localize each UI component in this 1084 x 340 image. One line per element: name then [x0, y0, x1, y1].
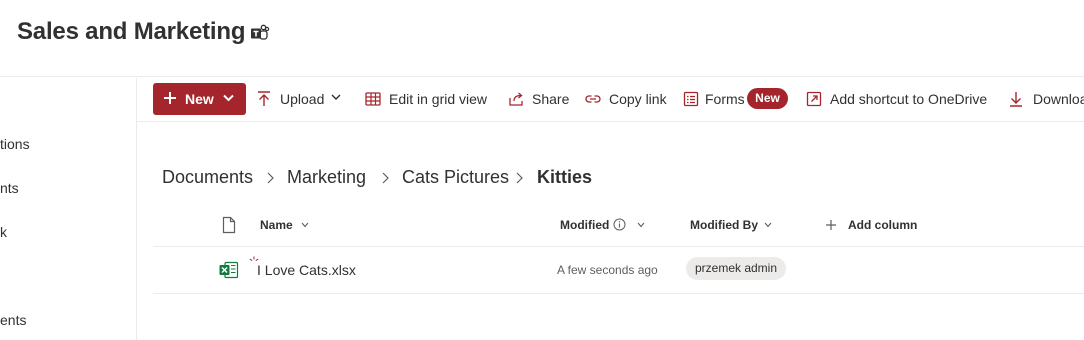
- forms-button[interactable]: Forms: [705, 91, 745, 107]
- forms-icon: [683, 91, 699, 107]
- chevron-right-icon: [382, 172, 389, 184]
- share-button[interactable]: Share: [532, 91, 569, 107]
- link-icon: [585, 95, 601, 103]
- info-icon[interactable]: [613, 218, 626, 231]
- upload-button[interactable]: Upload: [280, 91, 324, 107]
- grid-icon: [365, 92, 381, 106]
- command-bar: New Upload Edit in grid view Share Copy …: [137, 78, 1084, 122]
- column-modified-by[interactable]: Modified By: [690, 218, 758, 232]
- chevron-right-icon: [267, 172, 274, 184]
- nav-item-3[interactable]: k: [0, 224, 7, 240]
- breadcrumb-documents[interactable]: Documents: [162, 167, 253, 188]
- table-row[interactable]: I Love Cats.xlsx A few seconds ago przem…: [153, 248, 1084, 294]
- left-navigation: tions nts k ents: [0, 78, 137, 340]
- excel-file-icon: [219, 261, 239, 279]
- add-shortcut-button[interactable]: Add shortcut to OneDrive: [830, 91, 987, 107]
- chevron-down-icon[interactable]: [330, 91, 342, 103]
- site-header: Sales and Marketing: [0, 0, 1084, 77]
- copy-link-button[interactable]: Copy link: [609, 91, 667, 107]
- modified-by-persona[interactable]: przemek admin: [686, 257, 786, 280]
- column-modified[interactable]: Modified: [560, 218, 609, 232]
- modified-value: A few seconds ago: [557, 263, 658, 277]
- list-header: Name Modified Modified By Add column: [153, 206, 1084, 247]
- plus-icon: [164, 92, 176, 104]
- teams-icon[interactable]: [250, 24, 270, 42]
- new-badge: New: [747, 88, 788, 109]
- site-title[interactable]: Sales and Marketing: [17, 18, 245, 46]
- share-icon: [509, 92, 523, 106]
- breadcrumb-cats-pictures[interactable]: Cats Pictures: [402, 167, 509, 188]
- chevron-down-icon: [223, 94, 234, 102]
- chevron-down-icon[interactable]: [301, 222, 309, 228]
- download-button[interactable]: Downloa: [1033, 91, 1084, 107]
- edit-grid-view-button[interactable]: Edit in grid view: [389, 91, 487, 107]
- download-icon: [1010, 92, 1022, 107]
- upload-icon: [258, 91, 270, 106]
- nav-item-4[interactable]: ents: [0, 312, 26, 328]
- chevron-right-icon: [516, 172, 523, 184]
- column-name[interactable]: Name: [260, 218, 293, 232]
- nav-item-1[interactable]: tions: [0, 136, 30, 152]
- add-column-button[interactable]: Add column: [848, 218, 917, 232]
- breadcrumb-marketing[interactable]: Marketing: [287, 167, 366, 188]
- chevron-down-icon[interactable]: [764, 222, 772, 228]
- plus-icon[interactable]: [825, 219, 837, 231]
- file-type-icon[interactable]: [221, 216, 237, 234]
- chevron-down-icon[interactable]: [637, 222, 645, 228]
- new-button-label: New: [185, 91, 214, 107]
- file-name-link[interactable]: I Love Cats.xlsx: [257, 262, 356, 278]
- add-shortcut-icon: [806, 91, 822, 107]
- nav-item-2[interactable]: nts: [0, 180, 19, 196]
- breadcrumb-kitties: Kitties: [537, 167, 593, 187]
- new-button[interactable]: New: [153, 83, 246, 115]
